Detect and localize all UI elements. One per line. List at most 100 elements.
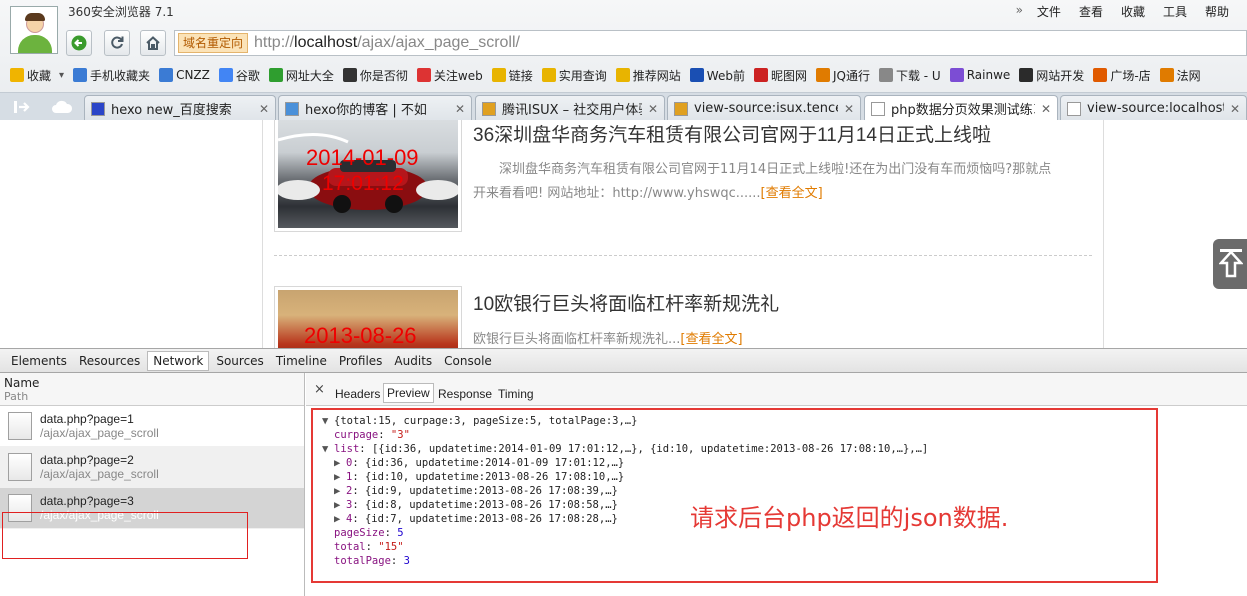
browser-tab[interactable]: 腾讯ISUX – 社交用户体验 ✕: [475, 95, 665, 121]
cloud-button[interactable]: [48, 97, 76, 117]
bookmark-label: 网站开发: [1036, 68, 1085, 83]
tab-headers[interactable]: Headers: [332, 385, 383, 403]
bookmark-item[interactable]: CNZZ: [159, 68, 210, 82]
bookmark-item[interactable]: Rainwe: [949, 68, 1010, 82]
collapsed-triangle-icon[interactable]: ▶: [334, 456, 346, 470]
browser-tab[interactable]: view-source:isux.tencent ✕: [667, 95, 861, 121]
scroll-to-top-button[interactable]: [1213, 239, 1247, 289]
bookmark-item[interactable]: 下载 - U: [878, 67, 941, 84]
browser-tab[interactable]: php数据分页效果测试练习 ✕: [864, 95, 1058, 121]
article-title[interactable]: 36深圳盘华商务汽车租赁有限公司官网于11月14日正式上线啦: [473, 120, 991, 147]
back-button[interactable]: [66, 30, 92, 56]
request-list-header[interactable]: Name Path: [0, 373, 304, 406]
menu-view[interactable]: 查看: [1079, 3, 1103, 20]
isux-icon: [674, 101, 688, 116]
tab-title: view-source:isux.tencent: [694, 101, 838, 116]
bookmark-item[interactable]: 谷歌: [218, 67, 260, 84]
menu-tools[interactable]: 工具: [1163, 3, 1187, 20]
article-time-overlay: 17:01:12: [322, 172, 404, 195]
collapsed-triangle-icon[interactable]: ▶: [334, 512, 346, 526]
request-path: /ajax/ajax_page_scroll: [40, 426, 159, 440]
bookmark-item[interactable]: 链接: [491, 67, 533, 84]
request-row[interactable]: data.php?page=2/ajax/ajax_page_scroll: [0, 447, 304, 488]
json-key: list: [334, 443, 360, 455]
address-bar[interactable]: 域名重定向 http://localhost/ajax/ajax_page_sc…: [174, 30, 1247, 56]
domain-redirect-badge[interactable]: 域名重定向: [178, 33, 249, 53]
devtools-tab-console[interactable]: Console: [439, 352, 497, 370]
folder-icon: [615, 68, 630, 82]
json-line: totalPage: 3: [322, 554, 928, 568]
chevron-down-icon[interactable]: ▾: [59, 70, 64, 81]
devtools-tab-timeline[interactable]: Timeline: [271, 352, 332, 370]
bookmark-item[interactable]: 收藏 ▾: [10, 67, 64, 84]
collapsed-triangle-icon[interactable]: ▶: [334, 498, 346, 512]
bookmark-item[interactable]: Web前: [689, 67, 745, 84]
collapsed-triangle-icon[interactable]: ▶: [334, 470, 346, 484]
devtools-tab-elements[interactable]: Elements: [6, 352, 72, 370]
tab-response[interactable]: Response: [435, 385, 495, 403]
bookmark-item[interactable]: 网址大全: [268, 67, 334, 84]
bookmark-item[interactable]: 你是否彻: [342, 67, 408, 84]
article-date-overlay: 2013-08-26: [304, 323, 417, 348]
json-preview-tree[interactable]: ▼ {total:15, curpage:3, pageSize:5, total…: [322, 414, 928, 568]
article-thumbnail[interactable]: 2013-08-26: [274, 286, 462, 348]
json-colon: :: [365, 541, 379, 553]
json-key: curpage: [334, 429, 379, 441]
read-more-link[interactable]: [查看全文]: [680, 332, 742, 347]
menu-help[interactable]: 帮助: [1205, 3, 1229, 20]
json-line[interactable]: ▼ {total:15, curpage:3, pageSize:5, total…: [322, 414, 928, 428]
menu-overflow-icon[interactable]: »: [1016, 3, 1023, 20]
expanded-triangle-icon[interactable]: ▼: [322, 442, 334, 456]
menu-favorites[interactable]: 收藏: [1121, 3, 1145, 20]
sidebar-toggle-button[interactable]: [8, 97, 36, 117]
bookmark-item[interactable]: 实用查询: [541, 67, 607, 84]
devtools-tab-network[interactable]: Network: [147, 350, 210, 371]
read-more-link[interactable]: [查看全文]: [761, 186, 823, 201]
devtools-tab-resources[interactable]: Resources: [74, 352, 145, 370]
request-row[interactable]: data.php?page=1/ajax/ajax_page_scroll: [0, 406, 304, 447]
close-tab-icon[interactable]: ✕: [1230, 102, 1240, 116]
close-tab-icon[interactable]: ✕: [455, 102, 465, 116]
user-avatar[interactable]: [10, 6, 58, 54]
close-icon[interactable]: ×: [314, 382, 325, 397]
url-path: /ajax/ajax_page_scroll/: [357, 34, 520, 51]
close-tab-icon[interactable]: ✕: [844, 102, 854, 116]
close-tab-icon[interactable]: ✕: [1041, 102, 1051, 116]
article-title[interactable]: 10欧银行巨头将面临杠杆率新规洗礼: [473, 289, 779, 316]
bookmark-item[interactable]: 手机收藏夹: [73, 67, 150, 84]
home-button[interactable]: [140, 30, 166, 56]
collapsed-triangle-icon[interactable]: ▶: [334, 484, 346, 498]
close-tab-icon[interactable]: ✕: [648, 102, 658, 116]
arrow-left-icon: [71, 35, 87, 51]
json-line[interactable]: ▼ list: [{id:36, updatetime:2014-01-09 17…: [322, 442, 928, 456]
browser-tab[interactable]: view-source:localhost/aj ✕: [1060, 95, 1247, 121]
bookmark-item[interactable]: 关注web: [416, 67, 483, 84]
refresh-icon: [111, 36, 124, 49]
json-colon: :: [390, 555, 404, 567]
bookmark-item[interactable]: 广场-店: [1093, 67, 1151, 84]
json-line[interactable]: ▶ 1: {id:10, updatetime:2013-08-26 17:08:…: [322, 470, 928, 484]
json-line[interactable]: ▶ 2: {id:9, updatetime:2013-08-26 17:08:3…: [322, 484, 928, 498]
page-viewport[interactable]: 2014-01-09 17:01:12 36深圳盘华商务汽车租赁有限公司官网于1…: [0, 120, 1247, 348]
devtools-tab-profiles[interactable]: Profiles: [334, 352, 388, 370]
tab-preview[interactable]: Preview: [383, 383, 434, 403]
devtools-tab-sources[interactable]: Sources: [211, 352, 268, 370]
bookmark-item[interactable]: 昵图网: [753, 67, 807, 84]
devtools-tab-audits[interactable]: Audits: [389, 352, 437, 370]
json-line[interactable]: ▶ 0: {id:36, updatetime:2014-01-09 17:01:…: [322, 456, 928, 470]
expanded-triangle-icon[interactable]: ▼: [322, 414, 334, 428]
bookmark-item[interactable]: 法网: [1159, 67, 1201, 84]
tab-timing[interactable]: Timing: [495, 385, 537, 403]
menu-file[interactable]: 文件: [1037, 3, 1061, 20]
phone-icon: [73, 68, 88, 82]
refresh-button[interactable]: [104, 30, 130, 56]
bookmark-item[interactable]: 网站开发: [1019, 67, 1084, 84]
url-text[interactable]: http://localhost/ajax/ajax_page_scroll/: [254, 34, 520, 52]
browser-tab[interactable]: hexo你的博客 | 不如 ✕: [278, 95, 472, 121]
bookmark-item[interactable]: JQ通行: [815, 67, 870, 84]
browser-tab[interactable]: hexo new_百度搜索 ✕: [84, 95, 276, 121]
bookmark-label: 下载 - U: [895, 68, 941, 83]
article-thumbnail[interactable]: 2014-01-09 17:01:12: [274, 120, 462, 232]
close-tab-icon[interactable]: ✕: [259, 102, 269, 116]
bookmark-item[interactable]: 推荐网站: [615, 67, 681, 84]
